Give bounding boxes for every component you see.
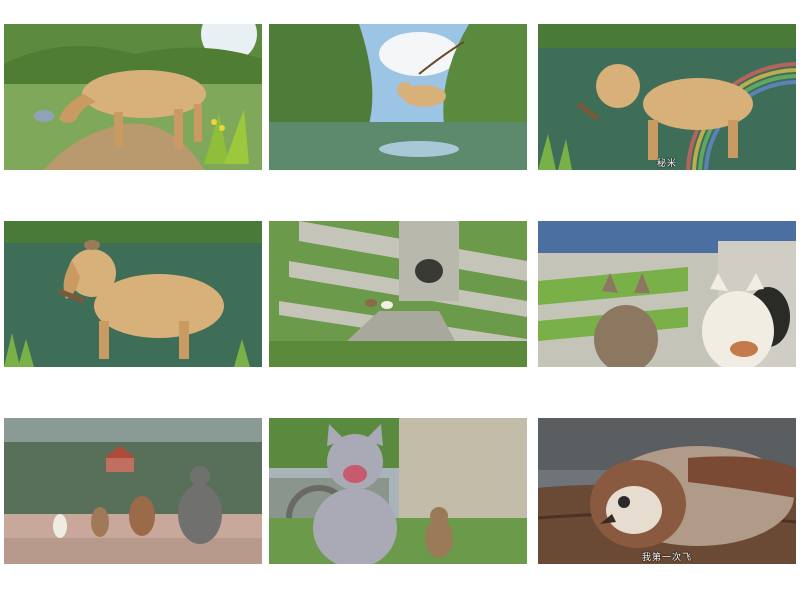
can-icon bbox=[34, 110, 54, 122]
small-cat-icon bbox=[381, 301, 393, 309]
dog-rainbow-image bbox=[538, 24, 796, 170]
subtitle: 秘米 bbox=[656, 159, 677, 169]
dog-leaping-image bbox=[269, 24, 527, 170]
mouse-icon bbox=[53, 514, 67, 538]
frame-sparrow: 我第一次飞 bbox=[538, 418, 796, 564]
frame-cat-laughing bbox=[269, 418, 527, 564]
frame-dog-mouse-head bbox=[4, 221, 262, 367]
dog-on-path-image bbox=[4, 24, 262, 170]
mouse-icon bbox=[84, 240, 100, 250]
two-cats-image bbox=[538, 221, 796, 367]
cat-laughing-image bbox=[269, 418, 527, 564]
mouse-icon bbox=[365, 299, 377, 307]
mouse-icon bbox=[129, 496, 155, 536]
mouse-icon bbox=[178, 484, 222, 544]
frame-two-cats bbox=[538, 221, 796, 367]
frame-dog-leaping bbox=[269, 24, 527, 170]
frame-drain-steps bbox=[269, 221, 527, 367]
frame-dog-on-path bbox=[4, 24, 262, 170]
frame-mice-ledge bbox=[4, 418, 262, 564]
mouse-icon bbox=[91, 507, 109, 537]
subtitle: 我第一次飞 bbox=[641, 553, 692, 563]
dog-mouse-head-image bbox=[4, 221, 262, 367]
drain-steps-image bbox=[269, 221, 527, 367]
mice-ledge-image bbox=[4, 418, 262, 564]
drain-icon bbox=[415, 259, 443, 283]
frame-dog-rainbow: 秘米 bbox=[538, 24, 796, 170]
sparrow-image bbox=[538, 418, 796, 564]
dog-icon bbox=[82, 70, 206, 118]
